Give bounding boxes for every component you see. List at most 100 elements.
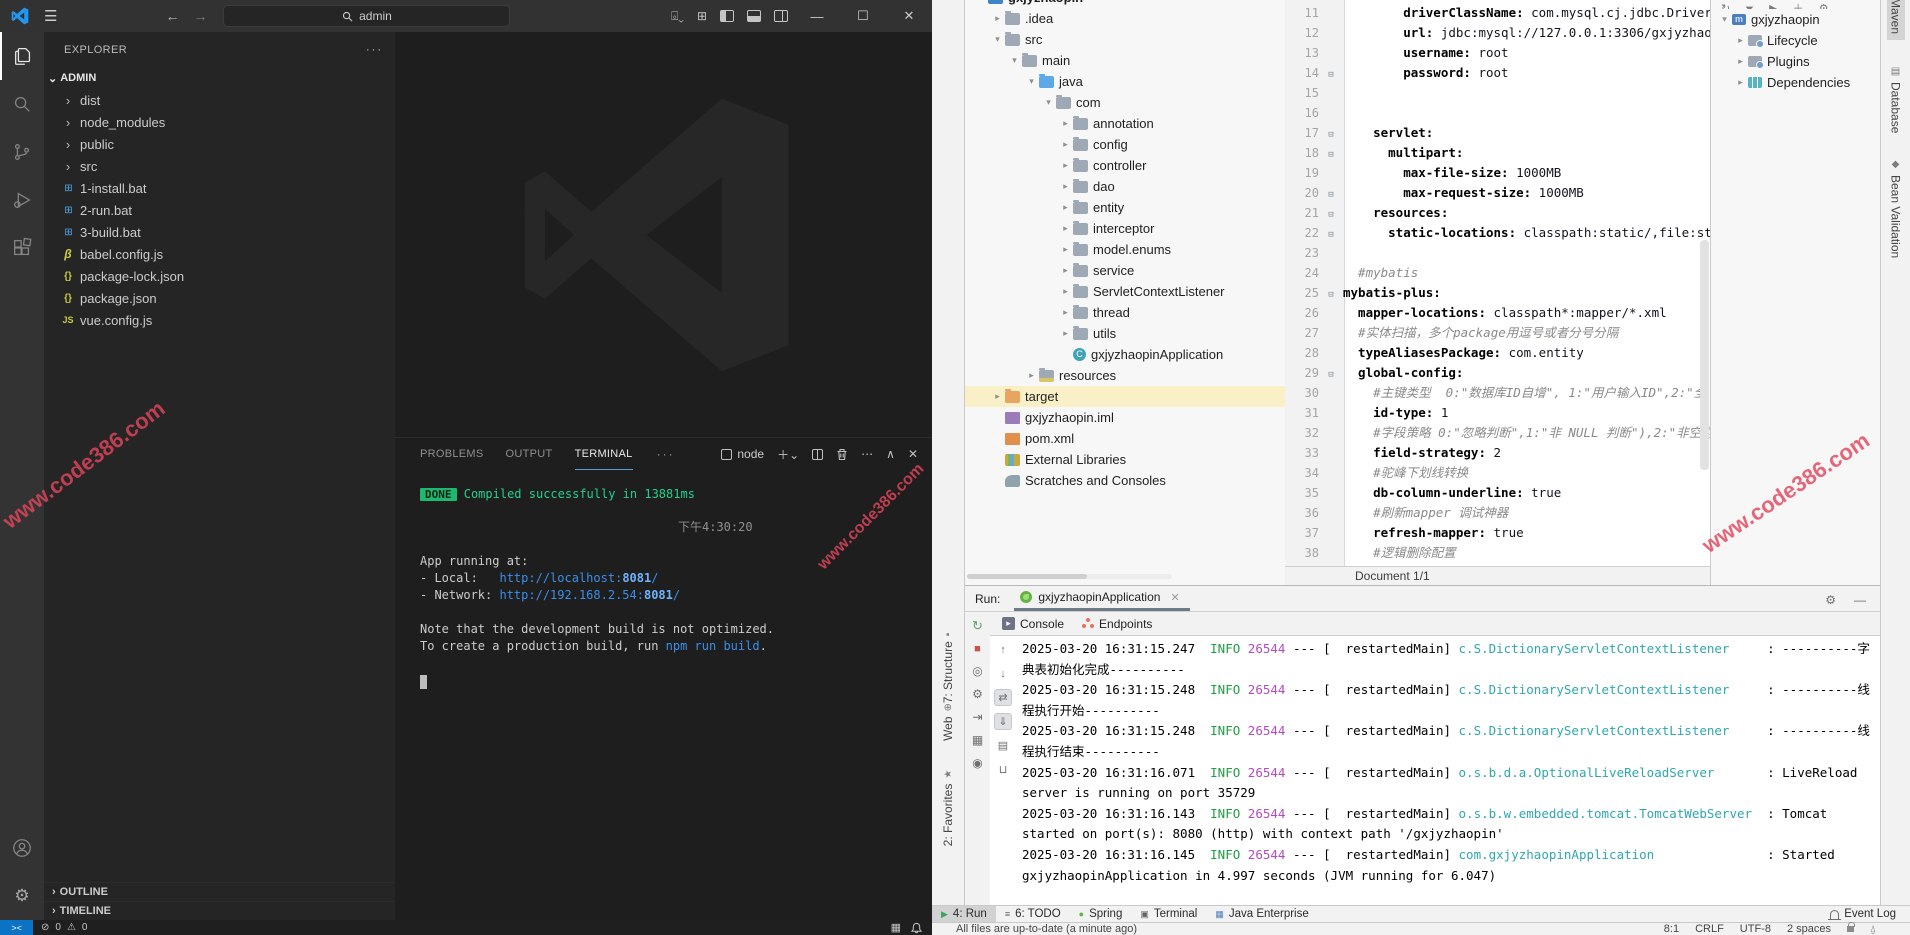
toggle-secondary-sidebar-icon[interactable] — [774, 10, 788, 22]
tree-row[interactable]: pom.xml — [965, 428, 1285, 449]
panel-more-icon[interactable]: ⋯ — [861, 447, 873, 461]
bottom-tool-tab[interactable]: ≡ 6: TODO — [996, 906, 1070, 923]
back-arrow-icon[interactable]: ← — [165, 8, 179, 24]
close-panel-icon[interactable]: ✕ — [908, 447, 918, 461]
stop-icon[interactable]: ■ — [974, 643, 981, 655]
bottom-tool-tab[interactable]: ● Spring — [1070, 906, 1132, 923]
bottom-tool-tab[interactable]: ▦ Java Enterprise — [1206, 906, 1317, 923]
panel-tab[interactable]: PROBLEMS — [420, 438, 484, 470]
fold-marker-icon[interactable]: ⊟ — [1319, 185, 1343, 203]
fold-marker-icon[interactable]: ⊟ — [1319, 225, 1343, 243]
restart-build-icon[interactable]: ⚙ — [972, 687, 983, 701]
tree-row[interactable]: ▸ .idea — [965, 8, 1285, 29]
attach-icon[interactable]: ⇥ — [972, 710, 982, 724]
hector-inspection-icon[interactable]: ⍙ — [1870, 924, 1876, 935]
maximize-panel-icon[interactable]: ∧ — [886, 447, 895, 461]
customize-layout-icon[interactable]: ⊞ — [697, 9, 707, 23]
maven-item-row[interactable]: ▸ Plugins — [1711, 51, 1880, 72]
search-activity-icon[interactable] — [0, 80, 44, 128]
outline-section[interactable]: › OUTLINE — [44, 882, 395, 901]
fold-marker-icon[interactable]: ⊟ — [1319, 365, 1343, 383]
explorer-file-row[interactable]: β babel.config.js — [44, 243, 395, 265]
notifications-bell-icon[interactable] — [911, 922, 922, 934]
line-ending[interactable]: CRLF — [1695, 923, 1724, 935]
maven-item-row[interactable]: ▸ Dependencies — [1711, 72, 1880, 93]
tree-row[interactable]: gxjyzhaopinApplication — [965, 344, 1285, 365]
bottom-tool-tab[interactable]: ▣ Terminal — [1131, 906, 1206, 923]
tree-row[interactable]: ▸ model.enums — [965, 239, 1285, 260]
remote-indicator[interactable]: >< — [0, 920, 33, 935]
explorer-file-row[interactable]: › dist — [44, 89, 395, 111]
editor-scrollbar[interactable] — [1700, 240, 1709, 470]
new-terminal-icon[interactable]: ＋⌄ — [777, 446, 799, 463]
up-stacktrace-icon[interactable]: ↑ — [994, 641, 1012, 658]
local-url-link[interactable]: http://localhost:8081/ — [499, 571, 658, 585]
kill-terminal-trash-icon[interactable] — [836, 448, 848, 461]
tree-row[interactable]: ▸ service — [965, 260, 1285, 281]
tool-tab-favorites[interactable]: 2: Favorites★ — [941, 770, 955, 847]
fold-marker-icon[interactable]: ⊟ — [1319, 125, 1343, 143]
tree-row[interactable]: ▾ src — [965, 29, 1285, 50]
tool-tab-web[interactable]: Web⊕ — [941, 703, 955, 741]
explorer-file-row[interactable]: › node_modules — [44, 111, 395, 133]
endpoints-tab[interactable]: Endpoints — [1082, 617, 1152, 631]
pin-icon[interactable]: ◉ — [972, 756, 982, 770]
panel-more-actions-icon[interactable]: ··· — [657, 447, 675, 461]
panel-tab[interactable]: OUTPUT — [506, 438, 553, 470]
tool-tab-bean-validation[interactable]: ◆Bean Validation — [1889, 159, 1903, 258]
explorer-file-row[interactable]: {} package-lock.json — [44, 265, 395, 287]
tool-tab-database[interactable]: ▤Database — [1889, 66, 1903, 133]
maximize-button[interactable]: ☐ — [840, 0, 886, 32]
tree-row[interactable]: Scratches and Consoles — [965, 470, 1285, 491]
soft-wrap-icon[interactable]: ⇄ — [994, 689, 1012, 706]
tree-row[interactable]: ▾ com — [965, 92, 1285, 113]
tree-row[interactable]: ▸ utils — [965, 323, 1285, 344]
tool-tab-structure[interactable]: 7: Structure▪ — [941, 633, 955, 704]
tree-row[interactable]: ▸ ServletContextListener — [965, 281, 1285, 302]
source-control-activity-icon[interactable] — [0, 128, 44, 176]
tree-row[interactable]: ▸ controller — [965, 155, 1285, 176]
terminal-instance-item[interactable]: node — [721, 447, 764, 461]
project-root-row-clipped[interactable]: ▾ gxjyzhaopin — [965, 0, 1285, 8]
menu-hamburger-icon[interactable]: ☰ — [44, 7, 57, 25]
terminal-output[interactable]: DONE Compiled successfully in 13881ms下午4… — [395, 470, 932, 694]
explorer-file-row[interactable]: {} package.json — [44, 287, 395, 309]
tree-horizontal-scrollbar[interactable] — [967, 574, 1172, 579]
tree-row[interactable]: ▸ target — [965, 386, 1285, 407]
tree-row[interactable]: gxjyzhaopin.iml — [965, 407, 1285, 428]
tree-row[interactable]: ▸ entity — [965, 197, 1285, 218]
run-configuration-tab[interactable]: gxjyzhaopinApplication ✕ — [1014, 590, 1189, 611]
explorer-file-row[interactable]: ⊞ 3-build.bat — [44, 221, 395, 243]
explorer-activity-icon[interactable] — [0, 32, 44, 80]
tree-row[interactable]: ▾ java — [965, 71, 1285, 92]
explorer-file-row[interactable]: › src — [44, 155, 395, 177]
event-log-button[interactable]: Event Log — [1830, 908, 1896, 920]
close-button[interactable]: ✕ — [886, 0, 932, 32]
console-tab[interactable]: Console — [1002, 617, 1064, 631]
forward-arrow-icon[interactable]: → — [193, 8, 207, 24]
explorer-root-section[interactable]: ⌄ ADMIN — [44, 67, 395, 89]
fold-marker-icon[interactable]: ⊟ — [1319, 205, 1343, 223]
minimize-button[interactable]: — — [794, 0, 840, 32]
run-settings-gear-icon[interactable]: ⚙ — [1825, 593, 1836, 607]
fold-marker-icon[interactable]: ⊟ — [1319, 145, 1343, 163]
tree-row[interactable]: ▸ interceptor — [965, 218, 1285, 239]
explorer-file-row[interactable]: JS vue.config.js — [44, 309, 395, 331]
account-icon[interactable] — [0, 824, 44, 872]
indent-setting[interactable]: 2 spaces — [1787, 923, 1831, 935]
timeline-section[interactable]: › TIMELINE — [44, 901, 395, 920]
explorer-file-row[interactable]: ⊞ 1-install.bat — [44, 177, 395, 199]
extensions-activity-icon[interactable] — [0, 224, 44, 272]
status-message[interactable]: All files are up-to-date (a minute ago) — [956, 923, 1137, 935]
editor-code-area[interactable]: 11 driverClassName: com.mysql.cj.jdbc.Dr… — [1285, 3, 1710, 563]
rerun-icon[interactable]: ↻ — [972, 618, 983, 634]
tree-row[interactable]: ▸ resources — [965, 365, 1285, 386]
tool-tab-maven[interactable]: Maven — [1887, 0, 1905, 40]
panel-tab[interactable]: TERMINAL — [575, 438, 633, 470]
toggle-panel-icon[interactable] — [747, 10, 761, 22]
network-url-link[interactable]: http://192.168.2.54:8081/ — [499, 588, 680, 602]
tree-row[interactable]: ▸ annotation — [965, 113, 1285, 134]
run-debug-activity-icon[interactable] — [0, 176, 44, 224]
settings-gear-icon[interactable]: ⚙ — [0, 872, 44, 920]
camera-thread-dump-icon[interactable]: ◎ — [972, 664, 982, 678]
